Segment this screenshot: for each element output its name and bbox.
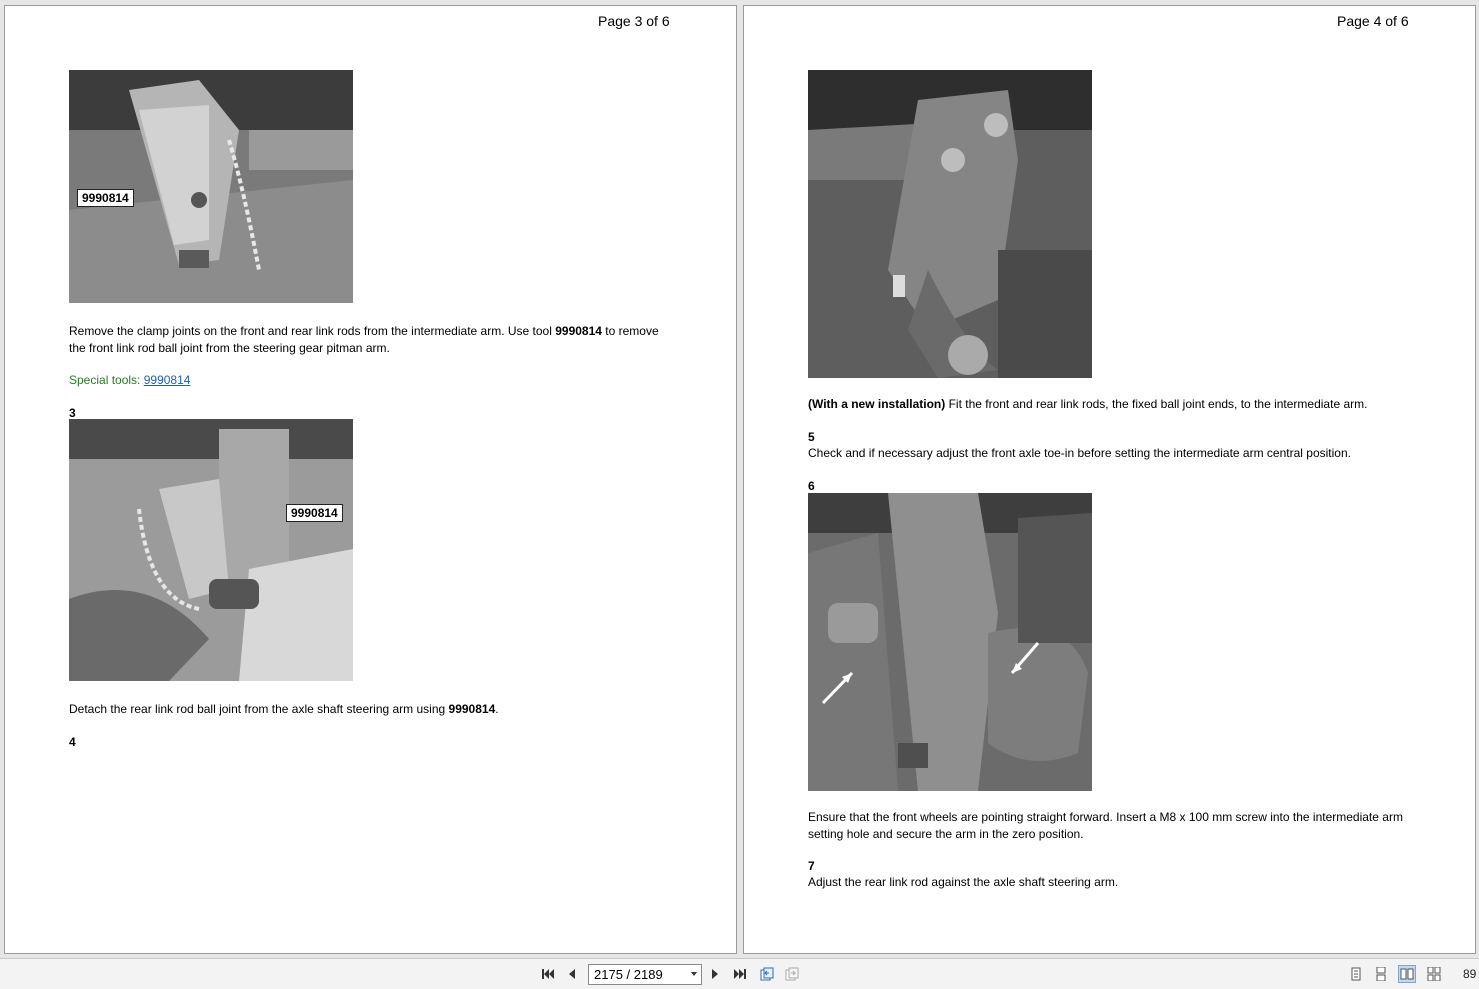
step-number: 4 [69, 735, 76, 749]
instruction-paragraph: (With a new installation) Fit the front … [808, 396, 1458, 413]
photo-setting-hole [808, 493, 1092, 791]
instruction-paragraph: Ensure that the front wheels are pointin… [808, 809, 1458, 842]
prev-page-icon[interactable] [563, 965, 581, 983]
page-header: Page 3 of 6 [598, 13, 670, 29]
navigation-toolbar: 2175 / 2189 89 [0, 958, 1479, 989]
tool-number: 9990814 [448, 702, 496, 716]
instruction-emphasis: (With a new installation) [808, 397, 946, 411]
instruction-text: to remove [601, 324, 659, 338]
step-number: 5 [808, 430, 815, 444]
two-page-continuous-icon[interactable] [1425, 965, 1443, 983]
step-number: 6 [808, 479, 815, 493]
page-number-value: 2175 / 2189 [594, 967, 663, 982]
photo-intermediate-arm [808, 70, 1092, 378]
chevron-down-icon [691, 972, 697, 976]
instruction-text: Ensure that the front wheels are pointin… [808, 810, 1403, 824]
continuous-icon[interactable] [1372, 965, 1390, 983]
instruction-paragraph: Remove the clamp joints on the front and… [69, 323, 689, 356]
prev-view-icon[interactable] [758, 965, 776, 983]
tool-callout: 9990814 [77, 189, 134, 207]
instruction-text: Fit the front and rear link rods, the fi… [945, 397, 1368, 411]
single-page-icon[interactable] [1347, 965, 1365, 983]
last-page-icon[interactable] [731, 965, 749, 983]
instruction-text: . [495, 702, 499, 716]
special-tools: Special tools: 9990814 [69, 372, 190, 389]
document-viewer[interactable]: Page 3 of 6 9990814 Remove the clamp joi… [0, 0, 1479, 958]
special-tools-label: Special tools: [69, 373, 144, 387]
step-number: 3 [69, 406, 76, 420]
photo-rear-link-rod [69, 419, 353, 681]
page-3: Page 3 of 6 9990814 Remove the clamp joi… [4, 5, 737, 954]
page-header: Page 4 of 6 [1337, 13, 1409, 29]
next-view-icon[interactable] [783, 965, 801, 983]
step-number: 7 [808, 859, 815, 873]
instruction-text: the front link rod ball joint from the s… [69, 340, 390, 355]
photo-clamp-joint [69, 70, 353, 303]
zoom-level[interactable]: 89 [1463, 967, 1476, 981]
first-page-icon[interactable] [539, 965, 557, 983]
instruction-text: Remove the clamp joints on the front and… [69, 324, 556, 338]
next-page-icon[interactable] [706, 965, 724, 983]
special-tool-link[interactable]: 9990814 [144, 373, 191, 387]
instruction-text: setting hole and secure the arm in the z… [808, 826, 1084, 841]
tool-callout: 9990814 [286, 504, 343, 522]
page-number-select[interactable]: 2175 / 2189 [588, 964, 702, 985]
page-4: Page 4 of 6 (With a new installation) Fi… [743, 5, 1476, 954]
two-page-icon[interactable] [1398, 965, 1416, 983]
tool-number: 9990814 [555, 324, 602, 338]
instruction-paragraph: Adjust the rear link rod against the axl… [808, 875, 1119, 889]
instruction-paragraph: Check and if necessary adjust the front … [808, 446, 1351, 460]
instruction-paragraph: Detach the rear link rod ball joint from… [69, 701, 689, 718]
instruction-text: Detach the rear link rod ball joint from… [69, 702, 449, 716]
